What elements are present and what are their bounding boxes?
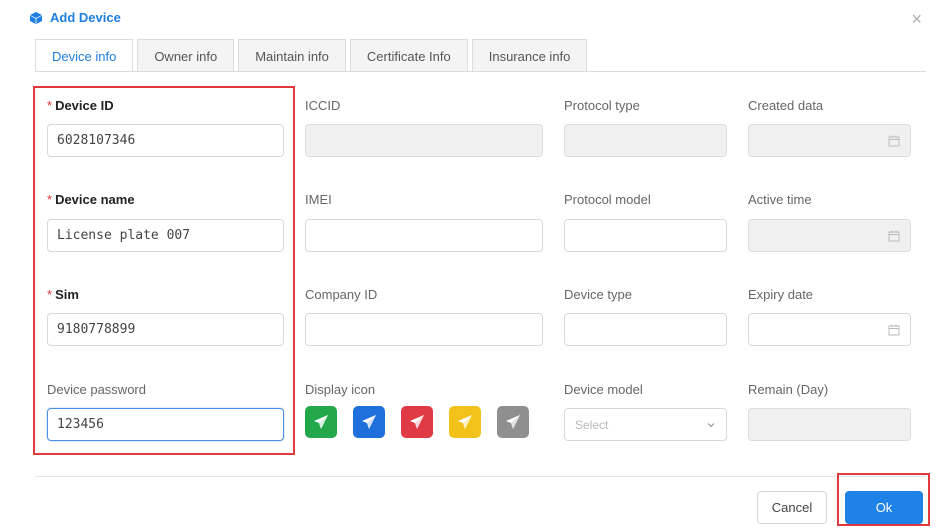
icon-option-blue[interactable] [353, 406, 385, 438]
sim-input[interactable]: 9180778899 [47, 313, 284, 346]
iccid-input [305, 124, 543, 157]
device-model-select[interactable]: Select [564, 408, 727, 441]
calendar-icon [888, 135, 900, 147]
iccid-label: ICCID [305, 98, 341, 113]
display-icon-picker [305, 406, 529, 438]
imei-input[interactable] [305, 219, 543, 252]
expiry-date-input[interactable] [748, 313, 911, 346]
tab-insurance-info[interactable]: Insurance info [471, 39, 588, 72]
device-name-input[interactable]: License plate 007 [47, 219, 284, 252]
dialog-title: Add Device [30, 10, 121, 25]
icon-option-gray[interactable] [497, 406, 529, 438]
device-password-input[interactable]: 123456 [47, 408, 284, 441]
device-id-label: * Device ID [47, 98, 114, 113]
icon-option-green[interactable] [305, 406, 337, 438]
created-data-input [748, 124, 911, 157]
required-mark: * [47, 98, 53, 113]
device-type-input[interactable] [564, 313, 727, 346]
device-model-label: Device model [564, 382, 643, 397]
device-id-input[interactable]: 6028107346 [47, 124, 284, 157]
imei-label: IMEI [305, 192, 332, 207]
calendar-icon [888, 324, 900, 336]
company-id-label: Company ID [305, 287, 378, 302]
remain-day-input [748, 408, 911, 441]
footer-divider [35, 476, 926, 477]
device-name-label: * Device name [47, 192, 135, 207]
cancel-button[interactable]: Cancel [757, 491, 827, 524]
tabs-divider [35, 71, 926, 72]
required-mark: * [47, 192, 53, 207]
expiry-date-label: Expiry date [748, 287, 814, 302]
send-icon [506, 415, 520, 429]
send-icon [410, 415, 424, 429]
device-model-placeholder: Select [575, 417, 609, 432]
send-icon [362, 415, 376, 429]
ok-button[interactable]: Ok [845, 491, 923, 524]
device-type-label: Device type [564, 287, 632, 302]
remain-day-label: Remain (Day) [748, 382, 829, 397]
required-mark: * [47, 287, 53, 302]
sim-label: * Sim [47, 287, 79, 302]
close-icon[interactable]: × [911, 10, 922, 28]
send-icon [314, 415, 328, 429]
protocol-model-input[interactable] [564, 219, 727, 252]
tab-certificate-info[interactable]: Certificate Info [349, 39, 468, 72]
dialog-title-text: Add Device [50, 10, 121, 25]
tab-bar: Device info Owner info Maintain info Cer… [35, 39, 591, 72]
calendar-icon [888, 230, 900, 242]
tab-device-info[interactable]: Device info [35, 39, 134, 72]
icon-option-red[interactable] [401, 406, 433, 438]
protocol-model-label: Protocol model [564, 192, 651, 207]
active-time-input [748, 219, 911, 252]
protocol-type-label: Protocol type [564, 98, 640, 113]
created-data-label: Created data [748, 98, 824, 113]
tab-owner-info[interactable]: Owner info [137, 39, 235, 72]
protocol-type-input [564, 124, 727, 157]
chevron-down-icon [707, 422, 715, 427]
device-password-label: Device password [47, 382, 146, 397]
cube-icon [30, 11, 42, 24]
icon-option-yellow[interactable] [449, 406, 481, 438]
tab-maintain-info[interactable]: Maintain info [238, 39, 346, 72]
company-id-input[interactable] [305, 313, 543, 346]
send-icon [458, 415, 472, 429]
display-icon-label: Display icon [305, 382, 376, 397]
active-time-label: Active time [748, 192, 812, 207]
